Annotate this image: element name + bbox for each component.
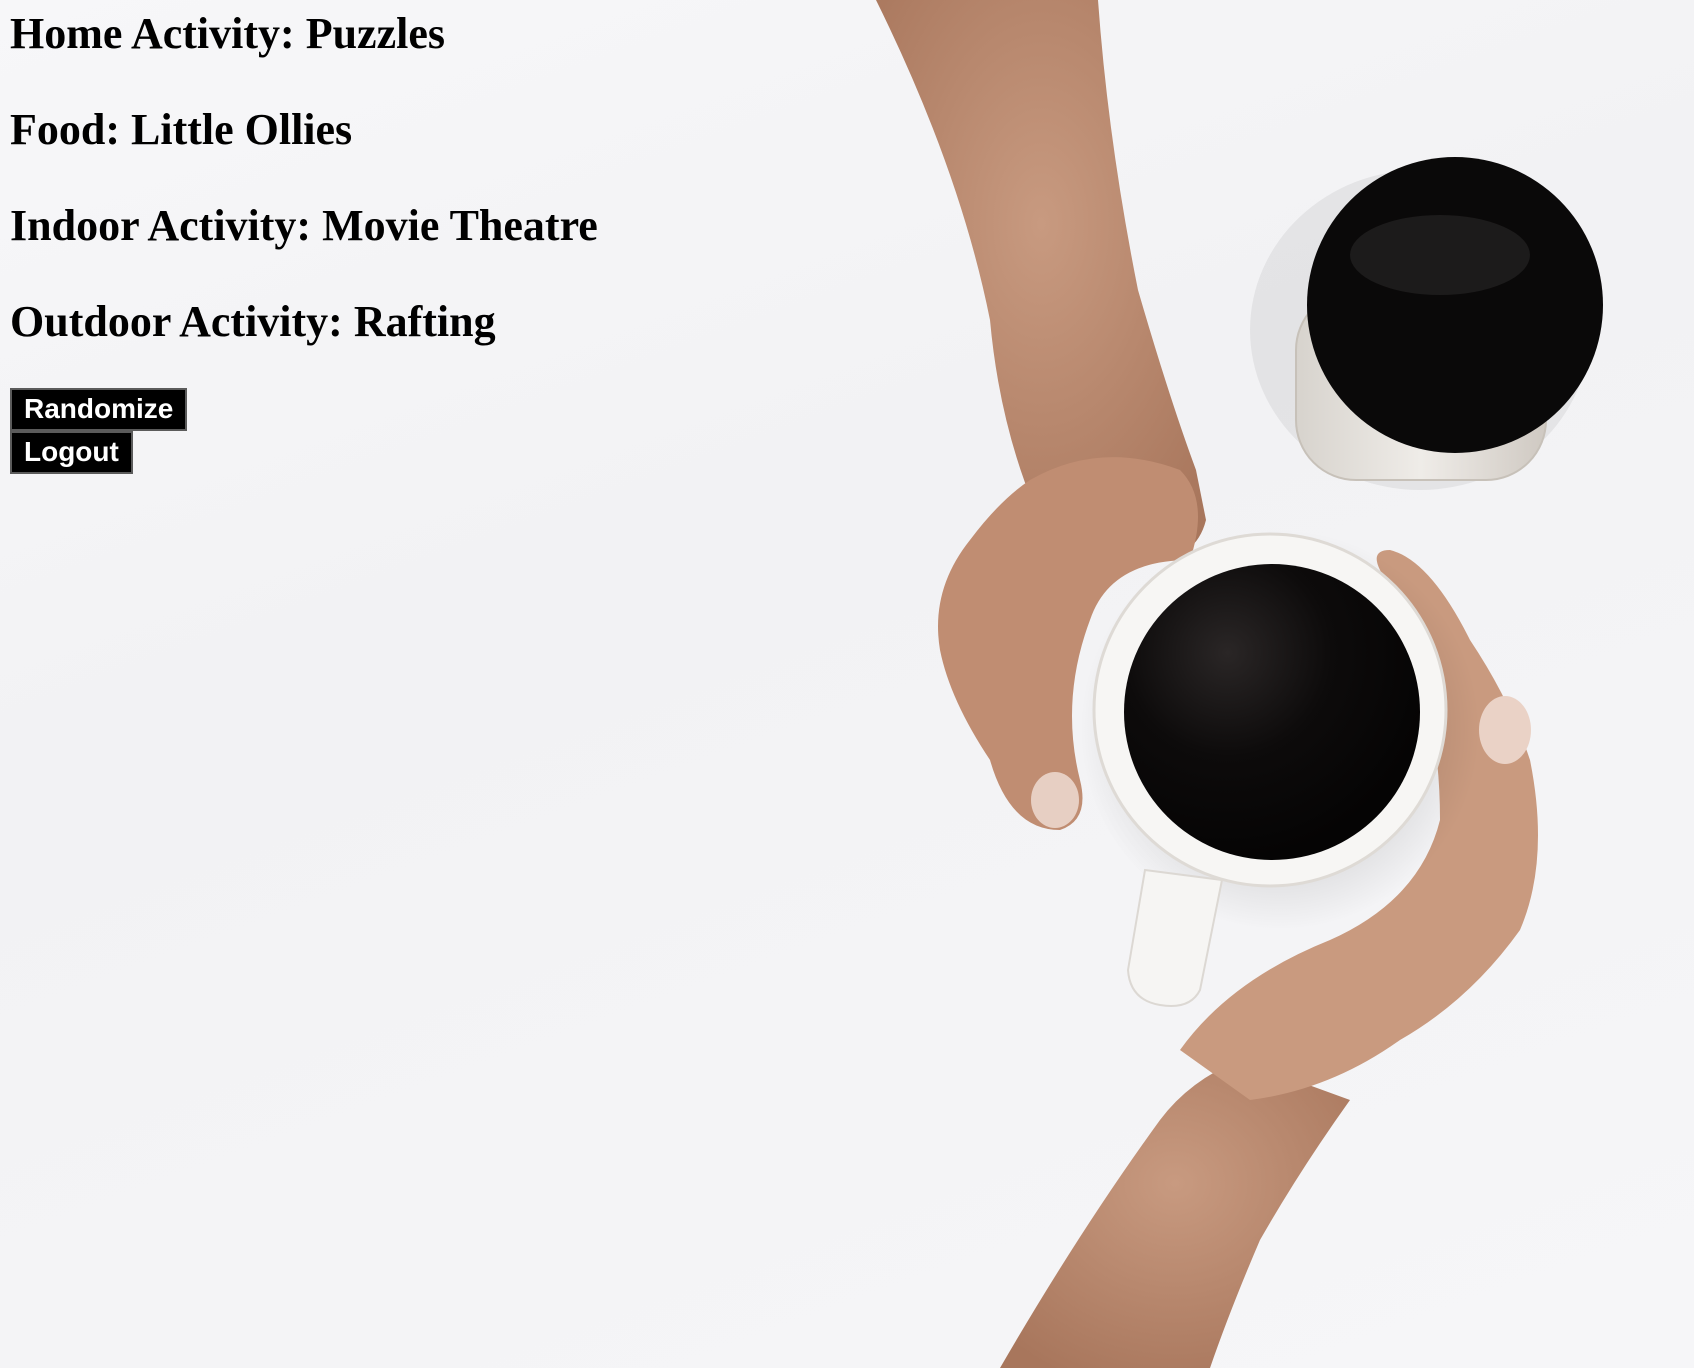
outdoor-activity-result: Outdoor Activity: Rafting <box>10 297 496 346</box>
lower-arm <box>1000 1060 1350 1368</box>
result-panel: Home Activity: Puzzles Food: Little Olli… <box>10 0 598 474</box>
thumb-nail <box>1031 772 1079 828</box>
indoor-activity-result: Indoor Activity: Movie Theatre <box>10 201 598 250</box>
mug-handle <box>1126 868 1224 1007</box>
button-group: Randomize Logout <box>10 388 598 474</box>
randomize-button[interactable]: Randomize <box>10 388 188 431</box>
page: Home Activity: Puzzles Food: Little Olli… <box>0 0 1694 1368</box>
finger-nail <box>1479 696 1531 764</box>
jar-lid-highlight <box>1350 215 1530 295</box>
logout-button[interactable]: Logout <box>10 431 133 474</box>
coffee-surface <box>1124 564 1420 860</box>
jar-lid <box>1307 157 1603 453</box>
food-result: Food: Little Ollies <box>10 105 353 154</box>
home-activity-result: Home Activity: Puzzles <box>10 9 445 58</box>
